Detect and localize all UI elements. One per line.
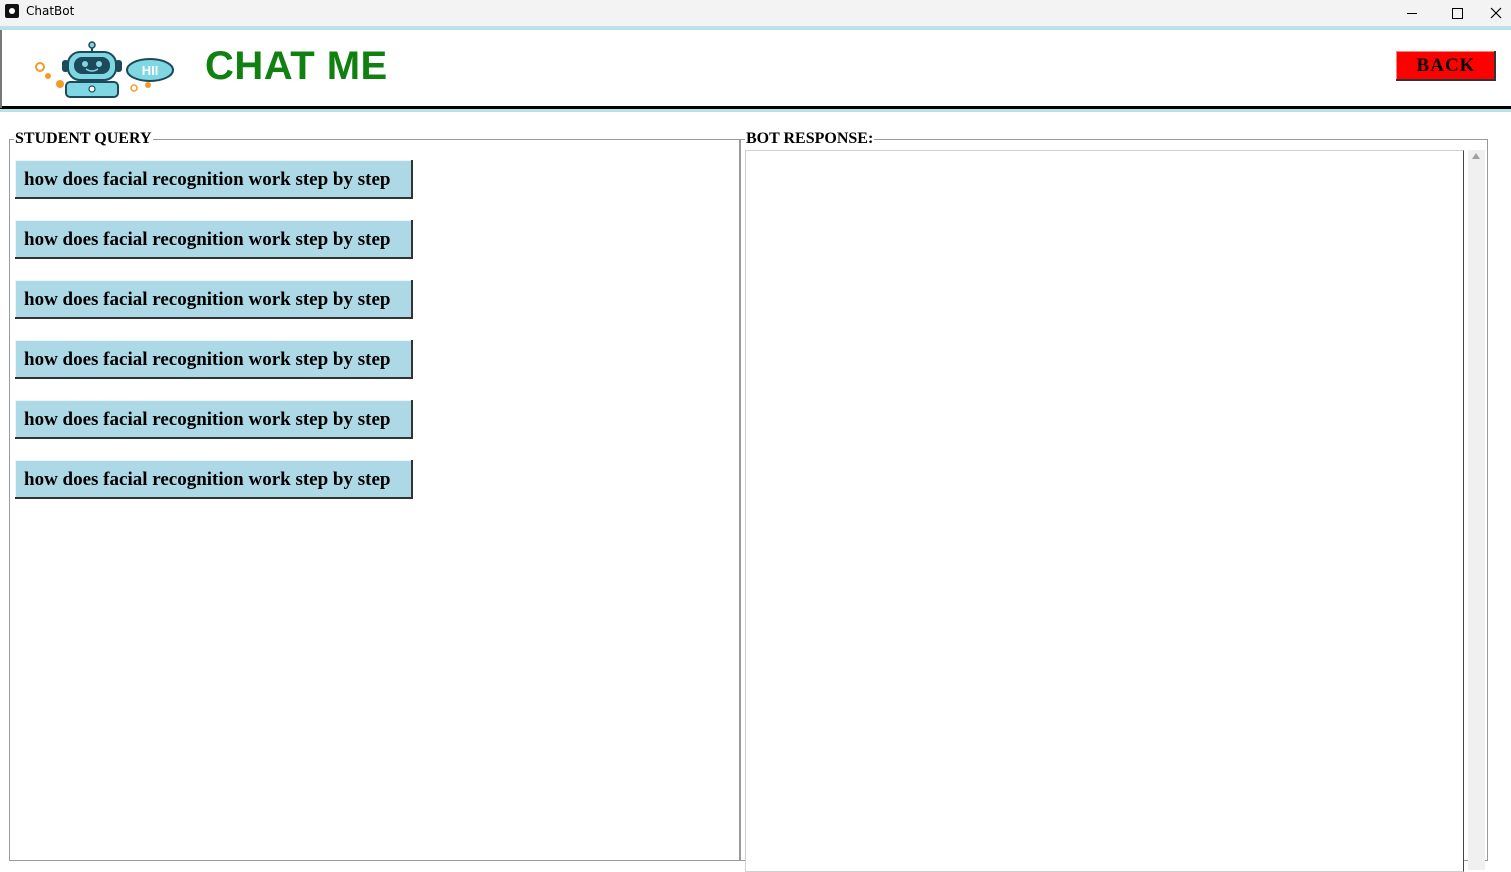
query-button[interactable]: how does facial recognition work step by… [15, 340, 413, 379]
close-icon [1490, 7, 1501, 19]
query-button[interactable]: how does facial recognition work step by… [15, 400, 413, 439]
header-edge [0, 30, 2, 108]
app-header: HII CHAT ME BACK [0, 30, 1511, 109]
minimize-button[interactable] [1390, 0, 1434, 26]
close-button[interactable] [1480, 0, 1511, 26]
query-button[interactable]: how does facial recognition work step by… [15, 220, 413, 259]
window-titlebar: ChatBot [0, 0, 1511, 30]
panda-icon [5, 4, 19, 18]
response-scrollbar[interactable] [1468, 150, 1485, 870]
back-button[interactable]: BACK [1396, 51, 1496, 81]
student-query-label: STUDENT QUERY [14, 130, 153, 148]
header-divider [0, 109, 1511, 112]
bot-response-label: BOT RESPONSE: [745, 130, 875, 148]
robot-logo-icon: HII [35, 41, 174, 98]
minimize-icon [1407, 12, 1417, 14]
bot-response-textarea[interactable] [745, 150, 1464, 872]
scroll-up-arrow-icon[interactable] [1472, 153, 1480, 159]
maximize-icon [1451, 7, 1463, 19]
query-button[interactable]: how does facial recognition work step by… [15, 280, 413, 319]
maximize-button[interactable] [1435, 0, 1479, 26]
query-button[interactable]: how does facial recognition work step by… [15, 460, 413, 499]
window-title: ChatBot [26, 4, 75, 18]
query-button[interactable]: how does facial recognition work step by… [15, 160, 413, 199]
logo-text: HII [142, 63, 159, 78]
bot-response-panel: BOT RESPONSE: [740, 130, 1488, 872]
page-title: CHAT ME [205, 44, 388, 88]
student-query-panel: STUDENT QUERY how does facial recognitio… [9, 130, 740, 861]
